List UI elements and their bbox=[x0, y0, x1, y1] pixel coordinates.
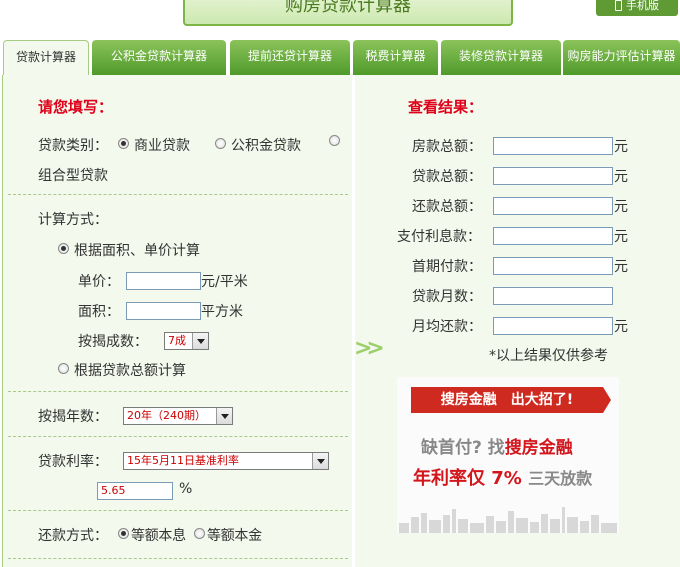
area-input[interactable] bbox=[126, 302, 201, 320]
result-note: *以上结果仅供参考 bbox=[489, 348, 608, 364]
calculator-tabs: 贷款计算器 公积金贷款计算器 提前还贷计算器 税费计算器 装修贷款计算器 购房能… bbox=[0, 40, 680, 76]
rate-select[interactable]: 15年5月11日基准利率 bbox=[123, 452, 329, 470]
divider bbox=[8, 194, 348, 195]
tab-affordability-calculator[interactable]: 购房能力评估计算器 bbox=[563, 40, 680, 75]
divider bbox=[8, 391, 348, 392]
down-ratio-label: 按揭成数： bbox=[78, 334, 148, 350]
chevron-down-icon[interactable] bbox=[216, 408, 232, 424]
result-label-monthly: 月均还款： bbox=[412, 319, 482, 335]
rate-label: 贷款利率： bbox=[38, 454, 108, 470]
mobile-version-button[interactable]: 手机版 bbox=[596, 0, 678, 16]
result-unit: 元 bbox=[614, 229, 628, 245]
radio-icon[interactable] bbox=[215, 138, 226, 149]
chevron-down-icon[interactable] bbox=[312, 453, 328, 469]
loan-type-label: 贷款类别： bbox=[38, 138, 108, 154]
rate-unit: % bbox=[179, 481, 193, 497]
result-label-months: 贷款月数： bbox=[412, 289, 482, 305]
chevron-down-icon[interactable] bbox=[192, 333, 208, 349]
rate-input[interactable]: 5.65 bbox=[97, 482, 173, 500]
method-area-option[interactable]: 根据面积、单价计算 bbox=[58, 240, 200, 260]
radio-icon[interactable] bbox=[58, 363, 69, 374]
radio-icon[interactable] bbox=[194, 528, 205, 539]
form-heading: 请您填写： bbox=[38, 98, 114, 116]
loan-type-provident[interactable]: 公积金贷款 bbox=[215, 135, 301, 155]
city-skyline-illustration bbox=[399, 507, 617, 533]
result-field-down-payment[interactable] bbox=[493, 257, 613, 275]
result-field-house-total[interactable] bbox=[493, 137, 613, 155]
divider bbox=[8, 558, 348, 559]
radio-checked-icon[interactable] bbox=[118, 528, 129, 539]
ad-line-2: 年利率仅 7% 三天放款 bbox=[413, 468, 593, 489]
radio-checked-icon[interactable] bbox=[58, 243, 69, 254]
result-label-interest: 支付利息款： bbox=[397, 229, 481, 245]
divider bbox=[8, 436, 348, 437]
calc-method-label: 计算方式： bbox=[38, 212, 108, 228]
result-unit: 元 bbox=[614, 139, 628, 155]
repay-equal-installment[interactable]: 等额本息 bbox=[118, 525, 186, 545]
result-label-down-payment: 首期付款： bbox=[412, 259, 482, 275]
radio-checked-icon[interactable] bbox=[118, 138, 129, 149]
result-field-repay-total[interactable] bbox=[493, 197, 613, 215]
down-ratio-select[interactable]: 7成 bbox=[164, 332, 209, 350]
tab-tax-calculator[interactable]: 税费计算器 bbox=[353, 40, 438, 75]
repay-equal-principal[interactable]: 等额本金 bbox=[194, 525, 262, 545]
result-field-months[interactable] bbox=[493, 287, 613, 305]
tab-provident-fund-calculator[interactable]: 公积金贷款计算器 bbox=[92, 40, 226, 75]
result-unit: 元 bbox=[614, 319, 628, 335]
radio-icon[interactable] bbox=[329, 135, 340, 146]
ad-line-1: 缺首付? 找搜房金融 bbox=[421, 438, 573, 458]
unit-price-unit: 元/平米 bbox=[201, 274, 248, 290]
years-select[interactable]: 20年（240期） bbox=[123, 407, 233, 425]
result-unit: 元 bbox=[614, 259, 628, 275]
tab-renovation-loan-calculator[interactable]: 装修贷款计算器 bbox=[441, 40, 561, 75]
result-unit: 元 bbox=[614, 169, 628, 185]
result-label-loan-total: 贷款总额： bbox=[412, 169, 482, 185]
loan-type-combined-label: 组合型贷款 bbox=[38, 168, 108, 184]
result-heading: 查看结果： bbox=[408, 98, 484, 116]
result-field-interest[interactable] bbox=[493, 227, 613, 245]
years-label: 按揭年数： bbox=[38, 409, 108, 425]
finance-ad-banner[interactable]: 搜房金融 出大招了! 缺首付? 找搜房金融 年利率仅 7% 三天放款 bbox=[397, 377, 619, 533]
result-label-repay-total: 还款总额： bbox=[412, 199, 482, 215]
area-label: 面积： bbox=[78, 304, 120, 320]
tab-loan-calculator[interactable]: 贷款计算器 bbox=[3, 40, 89, 76]
loan-type-combined-radio[interactable] bbox=[329, 135, 345, 151]
method-total-option[interactable]: 根据贷款总额计算 bbox=[58, 360, 186, 380]
ad-tagline: 搜房金融 出大招了! bbox=[411, 387, 611, 413]
arrow-right-icon: >> bbox=[354, 336, 385, 361]
phone-icon bbox=[615, 0, 622, 11]
unit-price-label: 单价： bbox=[78, 274, 120, 290]
result-field-loan-total[interactable] bbox=[493, 167, 613, 185]
page-title: 购房贷款计算器 bbox=[183, 0, 513, 26]
result-label-house-total: 房款总额： bbox=[412, 139, 482, 155]
result-field-monthly[interactable] bbox=[493, 317, 613, 335]
loan-type-commercial[interactable]: 商业贷款 bbox=[118, 135, 190, 155]
repay-label: 还款方式： bbox=[38, 528, 108, 544]
area-unit: 平方米 bbox=[201, 304, 243, 320]
result-unit: 元 bbox=[614, 199, 628, 215]
divider bbox=[8, 510, 348, 511]
tab-prepayment-calculator[interactable]: 提前还贷计算器 bbox=[230, 40, 350, 75]
unit-price-input[interactable] bbox=[126, 272, 201, 290]
